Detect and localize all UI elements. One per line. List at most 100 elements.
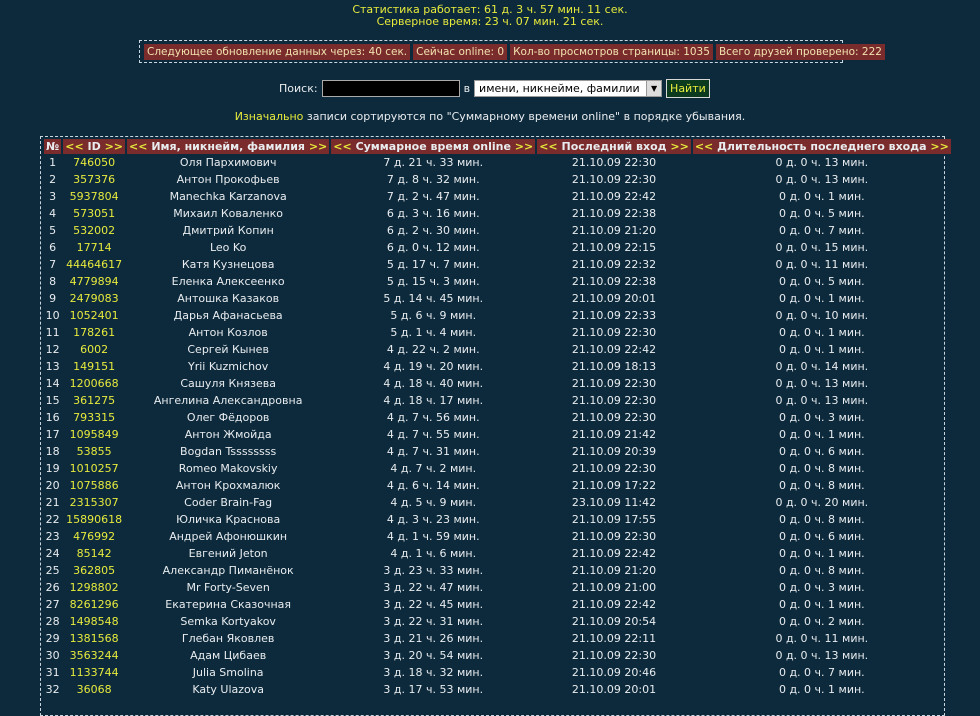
user-id-link[interactable]: 1381568 xyxy=(63,630,125,647)
last-session-duration: 0 д. 0 ч. 1 мин. xyxy=(778,598,865,611)
user-id-link[interactable]: 149151 xyxy=(63,358,125,375)
user-name: Антон Крохмалюк xyxy=(175,479,281,492)
total-online-time: 4 д. 18 ч. 17 мин. xyxy=(383,394,484,407)
user-id-link[interactable]: 362805 xyxy=(63,562,125,579)
table-row: 12 6002 Сергей Кынев 4 д. 22 ч. 2 мин. 21.10… xyxy=(44,341,951,358)
sort-left-arrow: << xyxy=(694,140,714,153)
table-row: 24 85142 Евгений Jeton 4 д. 1 ч. 6 мин. 21.1… xyxy=(44,545,951,562)
user-id-link[interactable]: 1133744 xyxy=(63,664,125,681)
user-name: Ангелина Александровна xyxy=(153,394,303,407)
total-online-time: 5 д. 15 ч. 3 мин. xyxy=(386,275,480,288)
user-id-link[interactable]: 5937804 xyxy=(63,188,125,205)
user-id-link[interactable]: 1010257 xyxy=(63,460,125,477)
last-session-duration: 0 д. 0 ч. 1 мин. xyxy=(778,343,865,356)
user-id-link[interactable]: 17714 xyxy=(63,239,125,256)
user-id-link[interactable]: 476992 xyxy=(63,528,125,545)
row-number: 29 xyxy=(45,632,60,645)
user-name: Екатерина Сказочная xyxy=(165,598,292,611)
table-row: 17 1095849 Антон Жмойда 4 д. 7 ч. 55 мин. 21… xyxy=(44,426,951,443)
header-name-sort[interactable]: << Имя, никнейм, фамилия >> xyxy=(127,139,330,154)
last-session-duration: 0 д. 0 ч. 1 мин. xyxy=(778,428,865,441)
row-number: 2 xyxy=(49,173,57,186)
table-row: 18 53855 Bogdan Tssssssss 4 д. 7 ч. 31 мин.… xyxy=(44,443,951,460)
table-row: 10 1052401 Дарья Афанасьева 5 д. 6 ч. 9 мин… xyxy=(44,307,951,324)
total-online-time: 7 д. 8 ч. 32 мин. xyxy=(386,173,480,186)
user-id-link[interactable]: 178261 xyxy=(63,324,125,341)
user-id-link[interactable]: 44464617 xyxy=(63,256,125,273)
user-id-link[interactable]: 357376 xyxy=(63,171,125,188)
user-id-link[interactable]: 1498548 xyxy=(63,613,125,630)
user-id-link[interactable]: 15890618 xyxy=(63,511,125,528)
total-online-time: 4 д. 7 ч. 56 мин. xyxy=(386,411,480,424)
user-id-link[interactable]: 573051 xyxy=(63,205,125,222)
table-row: 3 5937804 Manechka Karzanova 7 д. 2 ч. 47 м… xyxy=(44,188,951,205)
last-session-duration: 0 д. 0 ч. 13 мин. xyxy=(775,649,869,662)
row-number: 6 xyxy=(49,241,57,254)
user-id-link[interactable]: 532002 xyxy=(63,222,125,239)
total-online-time: 3 д. 22 ч. 45 мин. xyxy=(383,598,484,611)
table-row: 23 476992 Андрей Афонюшкин 4 д. 1 ч. 59 мин… xyxy=(44,528,951,545)
header-total-online-sort[interactable]: << Суммарное время online >> xyxy=(331,139,536,154)
last-login: 21.10.09 22:32 xyxy=(571,258,657,271)
user-id-link[interactable]: 36068 xyxy=(63,681,125,698)
user-id-link[interactable]: 2315307 xyxy=(63,494,125,511)
last-login: 21.10.09 20:01 xyxy=(571,292,657,305)
total-online-time: 5 д. 14 ч. 45 мин. xyxy=(383,292,484,305)
table-row: 31 1133744 Julia Smolina 3 д. 18 ч. 32 мин.… xyxy=(44,664,951,681)
user-id-link[interactable]: 4779894 xyxy=(63,273,125,290)
server-time-text: Серверное время: 23 ч. 07 мин. 21 сек. xyxy=(376,15,604,28)
user-name: Антон Козлов xyxy=(188,326,268,339)
last-session-duration: 0 д. 0 ч. 2 мин. xyxy=(778,615,865,628)
search-button[interactable]: Найти xyxy=(666,79,710,98)
user-id-link[interactable]: 361275 xyxy=(63,392,125,409)
friends-table-container: № << ID >> << Имя, никнейм, фамилия >> <… xyxy=(40,136,951,716)
user-name: Julia Smolina xyxy=(192,666,264,679)
user-name: Антон Прокофьев xyxy=(176,173,280,186)
header-id-sort[interactable]: << ID >> xyxy=(63,139,126,154)
user-name: Katy Ulazova xyxy=(192,683,264,696)
last-login: 21.10.09 22:30 xyxy=(571,530,657,543)
user-name: Semka Kortyakov xyxy=(180,615,276,628)
header-last-login-sort[interactable]: << Последний вход >> xyxy=(537,139,691,154)
last-login: 21.10.09 22:30 xyxy=(571,411,657,424)
row-number: 11 xyxy=(45,326,60,339)
user-id-link[interactable]: 1095849 xyxy=(63,426,125,443)
user-name: Сергей Кынев xyxy=(187,343,269,356)
last-session-duration: 0 д. 0 ч. 7 мин. xyxy=(778,224,865,237)
row-number: 8 xyxy=(49,275,57,288)
last-session-duration: 0 д. 0 ч. 13 мин. xyxy=(775,156,869,169)
last-session-duration: 0 д. 0 ч. 7 мин. xyxy=(778,666,865,679)
search-label: Поиск: xyxy=(279,82,318,95)
user-id-link[interactable]: 1200668 xyxy=(63,375,125,392)
user-id-link[interactable]: 8261296 xyxy=(63,596,125,613)
search-field-select[interactable]: имени, никнейме, фамилии ▼ xyxy=(474,80,663,97)
total-online-time: 6 д. 2 ч. 30 мин. xyxy=(386,224,480,237)
last-session-duration: 0 д. 0 ч. 5 мин. xyxy=(778,275,865,288)
header-last-duration-sort[interactable]: << Длительность последнего входа >> xyxy=(692,139,951,154)
user-id-link[interactable]: 793315 xyxy=(63,409,125,426)
chevron-down-icon[interactable]: ▼ xyxy=(646,81,662,96)
search-input[interactable] xyxy=(321,80,460,97)
user-name: Адам Цибаев xyxy=(190,649,267,662)
user-id-link[interactable]: 3563244 xyxy=(63,647,125,664)
user-id-link[interactable]: 85142 xyxy=(63,545,125,562)
user-id-link[interactable]: 1075886 xyxy=(63,477,125,494)
total-online-time: 6 д. 3 ч. 16 мин. xyxy=(386,207,480,220)
user-id-link[interactable]: 2479083 xyxy=(63,290,125,307)
row-number: 16 xyxy=(45,411,60,424)
row-number: 17 xyxy=(45,428,60,441)
table-row: 14 1200668 Сашуля Князева 4 д. 18 ч. 40 мин… xyxy=(44,375,951,392)
sort-right-arrow: >> xyxy=(104,140,124,153)
user-id-link[interactable]: 1298802 xyxy=(63,579,125,596)
user-id-link[interactable]: 746050 xyxy=(63,154,125,171)
total-online-time: 3 д. 23 ч. 33 мин. xyxy=(383,564,484,577)
table-header-row: № << ID >> << Имя, никнейм, фамилия >> <… xyxy=(44,139,951,154)
table-row: 27 8261296 Екатерина Сказочная 3 д. 22 ч. 4… xyxy=(44,596,951,613)
user-id-link[interactable]: 6002 xyxy=(63,341,125,358)
user-id-link[interactable]: 53855 xyxy=(63,443,125,460)
user-name: Manechka Karzanova xyxy=(169,190,287,203)
last-login: 21.10.09 21:42 xyxy=(571,428,657,441)
user-id-link[interactable]: 1052401 xyxy=(63,307,125,324)
last-login: 21.10.09 17:22 xyxy=(571,479,657,492)
last-session-duration: 0 д. 0 ч. 8 мин. xyxy=(778,564,865,577)
